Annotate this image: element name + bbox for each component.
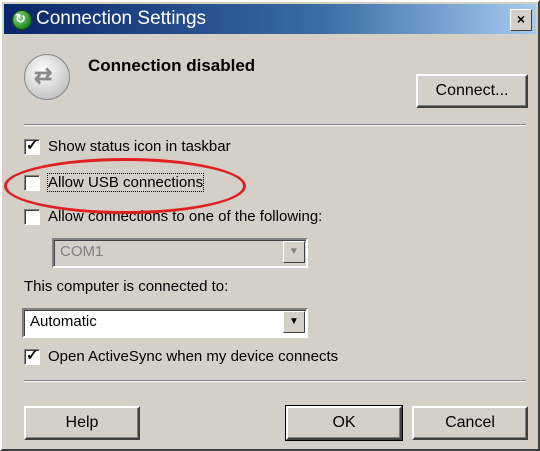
help-button[interactable]: Help [24, 406, 140, 440]
connect-button[interactable]: Connect... [416, 74, 528, 108]
connection-settings-window: ↻ Connection Settings × ⇄ Connection dis… [0, 0, 540, 451]
connection-status-text: Connection disabled [88, 56, 256, 75]
separator-bottom [24, 380, 526, 382]
port-select: COM1 ▼ [52, 238, 308, 268]
connected-to-select[interactable]: Automatic ▼ [22, 308, 308, 338]
connected-to-label: This computer is connected to: [24, 278, 229, 295]
port-select-value: COM1 [60, 243, 104, 260]
window-title: Connection Settings [36, 8, 207, 29]
connected-to-value: Automatic [30, 313, 97, 330]
highlight-annotation [4, 158, 246, 214]
chevron-down-icon[interactable]: ▼ [283, 311, 305, 333]
show-status-icon-label: Show status icon in taskbar [48, 138, 231, 155]
help-button-label: Help [65, 414, 99, 431]
checkmark-icon: ✓ [26, 137, 39, 154]
chevron-down-icon: ▼ [283, 241, 305, 263]
sync-arrows-icon: ⇄ [24, 54, 70, 100]
allow-connections-checkbox[interactable] [24, 209, 40, 225]
ok-button-label: OK [332, 414, 356, 431]
connect-button-label: Connect... [435, 82, 509, 99]
open-activesync-label: Open ActiveSync when my device connects [48, 348, 339, 365]
checkmark-icon: ✓ [26, 347, 39, 364]
cancel-button-label: Cancel [445, 414, 495, 431]
cancel-button[interactable]: Cancel [412, 406, 528, 440]
show-status-icon-checkbox[interactable]: ✓ [24, 137, 40, 155]
separator-top [24, 124, 526, 126]
activesync-icon: ↻ [12, 10, 32, 30]
close-button[interactable]: × [510, 9, 532, 31]
open-activesync-checkbox[interactable]: ✓ [24, 347, 40, 365]
ok-button[interactable]: OK [285, 405, 403, 441]
title-bar[interactable]: ↻ Connection Settings × [4, 4, 536, 34]
